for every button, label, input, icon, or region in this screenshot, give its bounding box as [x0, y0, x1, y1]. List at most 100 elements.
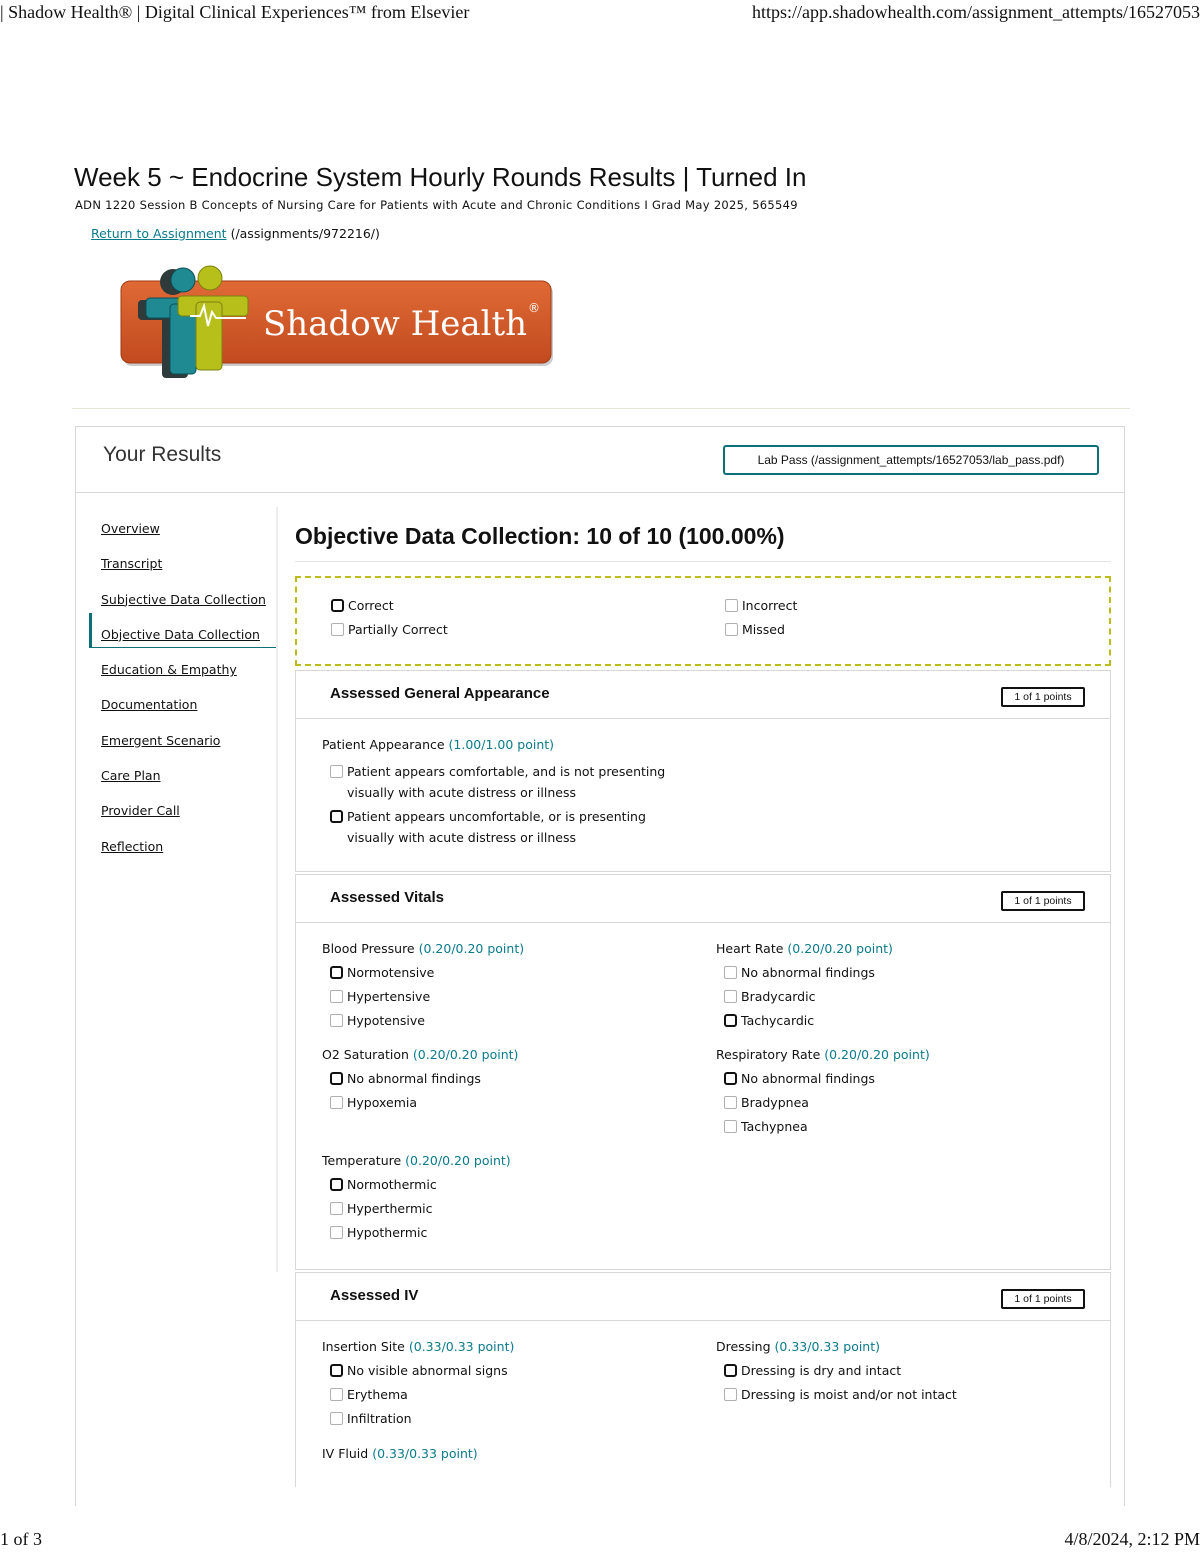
option: Hypoxemia	[330, 1095, 692, 1119]
legend-incorrect: Incorrect	[725, 598, 797, 613]
question-blood-pressure: Blood Pressure (0.20/0.20 point) Normote…	[322, 941, 692, 1037]
option: Patient appears uncomfortable, or is pre…	[330, 806, 680, 848]
nav-care-plan[interactable]: Care Plan	[89, 754, 276, 789]
checkbox-icon	[724, 1388, 737, 1401]
checkbox-icon	[724, 1072, 737, 1085]
print-footer: 1 of 3 4/8/2024, 2:12 PM	[0, 1527, 1200, 1553]
checkbox-icon	[330, 1072, 343, 1085]
question-o2-saturation: O2 Saturation (0.20/0.20 point) No abnor…	[322, 1047, 692, 1119]
nav-emergent-scenario[interactable]: Emergent Scenario	[89, 719, 276, 754]
checkbox-icon	[724, 990, 737, 1003]
nav-provider-call[interactable]: Provider Call	[89, 789, 276, 824]
question-iv-fluid: IV Fluid (0.33/0.33 point)	[322, 1446, 478, 1461]
legend-partially-correct: Partially Correct	[331, 622, 448, 637]
section-general-appearance: Assessed General Appearance 1 of 1 point…	[295, 670, 1111, 872]
section-iv: Assessed IV 1 of 1 points Insertion Site…	[295, 1272, 1111, 1487]
checkbox-icon	[724, 1364, 737, 1377]
checkbox-icon	[330, 765, 343, 778]
legend-missed: Missed	[725, 622, 785, 637]
option: No abnormal findings	[724, 965, 1086, 989]
checkbox-icon	[330, 1388, 343, 1401]
nav-transcript[interactable]: Transcript	[89, 542, 276, 577]
option: Infiltration	[330, 1411, 692, 1435]
checkbox-icon	[331, 599, 344, 612]
option: No visible abnormal signs	[330, 1363, 692, 1387]
checkbox-icon	[724, 1120, 737, 1133]
option: Hypothermic	[330, 1225, 692, 1249]
checkbox-icon	[330, 810, 343, 823]
checkbox-icon	[331, 623, 344, 636]
question-patient-appearance: Patient Appearance (1.00/1.00 point) Pat…	[322, 737, 722, 851]
option: Erythema	[330, 1387, 692, 1411]
page-count: 1 of 3	[0, 1529, 42, 1549]
points-badge: 1 of 1 points	[1001, 1289, 1085, 1309]
points-badge: 1 of 1 points	[1001, 891, 1085, 911]
print-header-url: https://app.shadowhealth.com/assignment_…	[752, 2, 1200, 22]
results-title: Your Results	[103, 443, 222, 466]
checkbox-icon	[725, 623, 738, 636]
checkbox-icon	[724, 1014, 737, 1027]
option: Bradycardic	[724, 989, 1086, 1013]
checkbox-icon	[330, 1364, 343, 1377]
checkbox-icon	[725, 599, 738, 612]
question-heart-rate: Heart Rate (0.20/0.20 point) No abnormal…	[716, 941, 1086, 1037]
nav-objective-data-collection[interactable]: Objective Data Collection	[89, 612, 276, 649]
option: Normothermic	[330, 1177, 692, 1201]
return-to-assignment: Return to Assignment (/assignments/97221…	[91, 226, 380, 241]
nav-documentation[interactable]: Documentation	[89, 683, 276, 718]
checkbox-icon	[330, 1202, 343, 1215]
results-content: Objective Data Collection: 10 of 10 (100…	[295, 507, 1111, 1487]
checkbox-icon	[724, 1096, 737, 1109]
question-insertion-site: Insertion Site (0.33/0.33 point) No visi…	[322, 1339, 692, 1435]
section-title: Assessed Vitals	[330, 889, 444, 906]
option: Dressing is moist and/or not intact	[724, 1387, 1086, 1411]
checkbox-icon	[330, 1096, 343, 1109]
section-vitals: Assessed Vitals 1 of 1 points Blood Pres…	[295, 874, 1111, 1270]
option: Hyperthermic	[330, 1201, 692, 1225]
question-temperature: Temperature (0.20/0.20 point) Normotherm…	[322, 1153, 692, 1249]
option: No abnormal findings	[330, 1071, 692, 1095]
page-title: Week 5 ~ Endocrine System Hourly Rounds …	[74, 162, 807, 192]
points-badge: 1 of 1 points	[1001, 687, 1085, 707]
logo-registered-mark: ®	[528, 301, 540, 315]
shadow-health-logo-graphic: Shadow Health ®	[120, 265, 553, 378]
checkbox-icon	[330, 1226, 343, 1239]
checkbox-icon	[724, 966, 737, 979]
option: Dressing is dry and intact	[724, 1363, 1086, 1387]
logo-divider	[72, 408, 1130, 409]
nav-subjective-data-collection[interactable]: Subjective Data Collection	[89, 578, 276, 613]
course-subtitle: ADN 1220 Session B Concepts of Nursing C…	[75, 198, 798, 212]
checkbox-icon	[330, 966, 343, 979]
checkbox-icon	[330, 1014, 343, 1027]
print-timestamp: 4/8/2024, 2:12 PM	[1064, 1529, 1200, 1549]
nav-overview[interactable]: Overview	[89, 507, 276, 542]
option: Tachycardic	[724, 1013, 1086, 1037]
print-header: | Shadow Health® | Digital Clinical Expe…	[0, 0, 1200, 26]
option: Tachypnea	[724, 1119, 1086, 1143]
section-heading: Objective Data Collection: 10 of 10 (100…	[295, 507, 1111, 562]
nav-reflection[interactable]: Reflection	[89, 825, 276, 860]
option: Hypertensive	[330, 989, 692, 1013]
print-header-title: | Shadow Health® | Digital Clinical Expe…	[0, 2, 470, 22]
return-to-assignment-link[interactable]: Return to Assignment	[91, 226, 227, 241]
option: Patient appears comfortable, and is not …	[330, 761, 680, 803]
checkbox-icon	[330, 1412, 343, 1425]
option: No abnormal findings	[724, 1071, 1086, 1095]
results-sidenav: Overview Transcript Subjective Data Coll…	[89, 507, 278, 1272]
lab-pass-button[interactable]: Lab Pass (/assignment_attempts/16527053/…	[723, 445, 1099, 475]
option: Normotensive	[330, 965, 692, 989]
question-dressing: Dressing (0.33/0.33 point) Dressing is d…	[716, 1339, 1086, 1411]
nav-education-empathy[interactable]: Education & Empathy	[89, 648, 276, 683]
results-panel: Your Results Lab Pass (/assignment_attem…	[75, 426, 1125, 1506]
question-respiratory-rate: Respiratory Rate (0.20/0.20 point) No ab…	[716, 1047, 1086, 1143]
checkbox-icon	[330, 990, 343, 1003]
option: Bradypnea	[724, 1095, 1086, 1119]
results-header: Your Results Lab Pass (/assignment_attem…	[76, 427, 1124, 493]
section-title: Assessed IV	[330, 1287, 419, 1304]
shadow-health-logo: Shadow Health ®	[118, 262, 558, 384]
checkbox-icon	[330, 1178, 343, 1191]
option: Hypotensive	[330, 1013, 692, 1037]
return-path: (/assignments/972216/)	[230, 226, 380, 241]
result-legend: Correct Incorrect Partially Correct Miss…	[295, 576, 1111, 666]
legend-correct: Correct	[331, 598, 394, 613]
